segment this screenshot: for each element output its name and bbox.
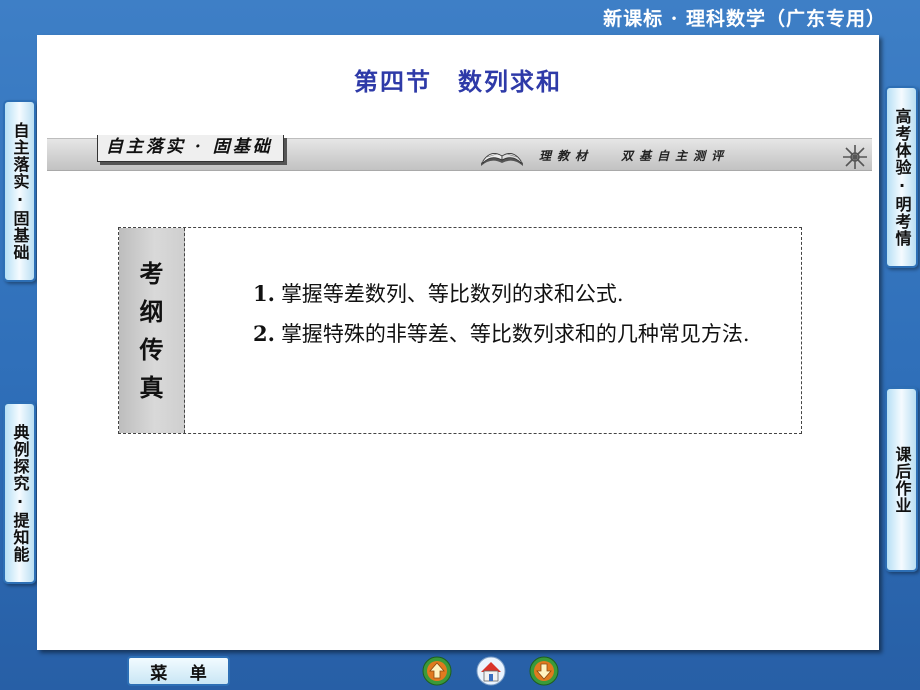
syllabus-label-char: 考 bbox=[139, 259, 164, 288]
home-icon[interactable] bbox=[476, 656, 506, 686]
syllabus-item-text: 掌握等差数列、等比数列的求和公式. bbox=[280, 282, 624, 306]
syllabus-content: 1. 掌握等差数列、等比数列的求和公式. 2. 掌握特殊的非等差、等比数列求和的几种… bbox=[201, 274, 791, 354]
side-tab-exam-experience-label: 高考体验·明考情 bbox=[892, 107, 912, 247]
down-arrow-icon[interactable] bbox=[529, 656, 559, 686]
syllabus-label: 考 纲 传 真 bbox=[119, 228, 185, 433]
snowflake-ornament-icon bbox=[843, 145, 867, 169]
up-arrow-icon[interactable] bbox=[422, 656, 452, 686]
banner-tab-label: 自主落实 · 固基础 bbox=[97, 135, 284, 162]
side-tab-self-study-label: 自主落实·固基础 bbox=[10, 121, 30, 261]
menu-button-char: 单 bbox=[189, 663, 207, 684]
side-tab-examples[interactable]: 典例探究·提知能 bbox=[3, 402, 36, 584]
section-title: 第四节 数列求和 bbox=[354, 67, 562, 96]
side-tab-self-study[interactable]: 自主落实·固基础 bbox=[3, 100, 36, 282]
slide-panel: 第四节 数列求和 自主落实 · 固基础 理教材 双基自主测评 考 纲 传 真 1… bbox=[37, 35, 879, 650]
header-title: 新课标 · 理科数学（广东专用） bbox=[603, 8, 886, 30]
side-tab-homework-label: 课后作业 bbox=[892, 445, 912, 514]
syllabus-label-char: 真 bbox=[139, 373, 164, 402]
syllabus-item-number: 2. bbox=[253, 321, 275, 346]
menu-button[interactable]: 菜 单 bbox=[127, 656, 230, 686]
open-book-icon bbox=[481, 153, 523, 166]
side-tab-homework[interactable]: 课后作业 bbox=[885, 387, 918, 572]
side-tab-examples-label: 典例探究·提知能 bbox=[10, 423, 30, 563]
syllabus-item-text: 掌握特殊的非等差、等比数列求和的几种常见方法. bbox=[280, 322, 750, 346]
section-banner: 自主落实 · 固基础 理教材 双基自主测评 bbox=[47, 135, 872, 171]
syllabus-box: 考 纲 传 真 1. 掌握等差数列、等比数列的求和公式. 2. 掌握特殊的非等差、等… bbox=[118, 227, 802, 434]
syllabus-label-char: 纲 bbox=[139, 297, 164, 326]
syllabus-item: 1. 掌握等差数列、等比数列的求和公式. bbox=[201, 274, 791, 314]
side-tab-exam-experience[interactable]: 高考体验·明考情 bbox=[885, 86, 918, 268]
syllabus-item: 2. 掌握特殊的非等差、等比数列求和的几种常见方法. bbox=[201, 314, 791, 354]
syllabus-item-number: 1. bbox=[253, 281, 275, 306]
syllabus-label-char: 传 bbox=[139, 335, 164, 364]
banner-subtitle: 理教材 双基自主测评 bbox=[539, 149, 730, 163]
menu-button-char: 菜 bbox=[150, 663, 168, 684]
